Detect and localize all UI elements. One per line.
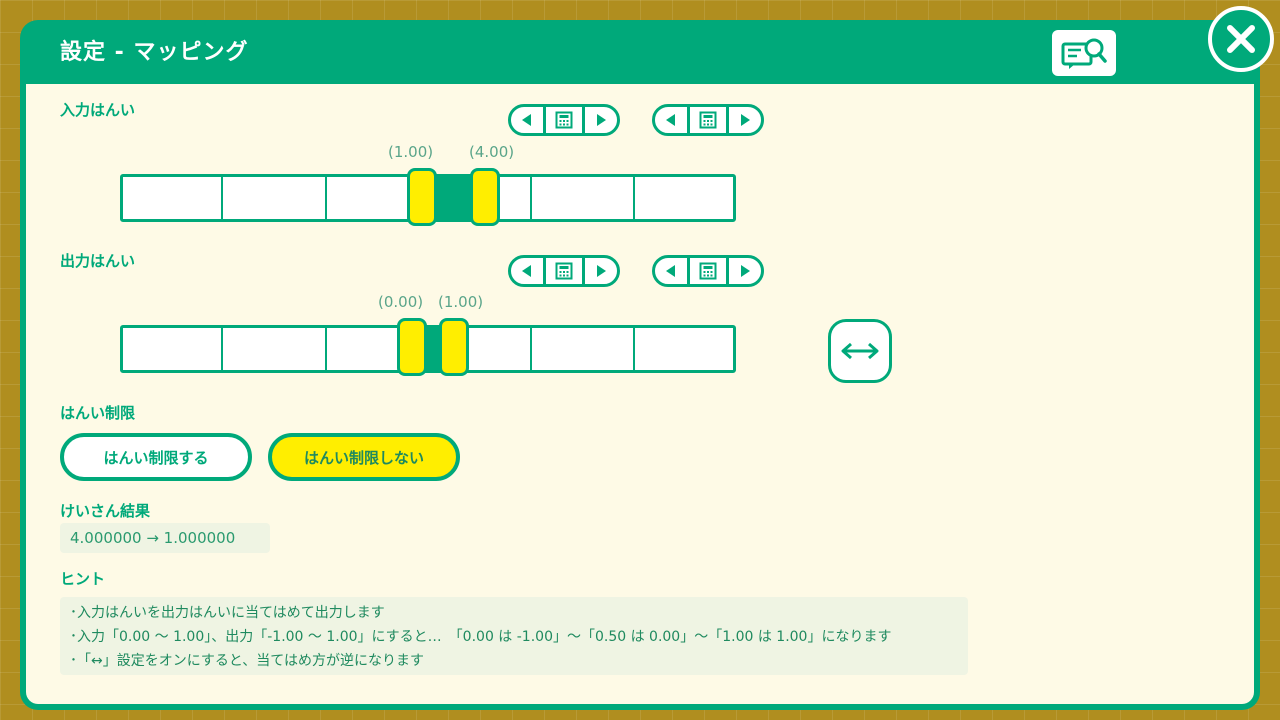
input-min-decrement-button[interactable]	[511, 107, 543, 133]
input-min-increment-button[interactable]	[585, 107, 617, 133]
result-value: 4.000000 → 1.000000	[60, 523, 270, 553]
output-min-handle[interactable]	[397, 318, 427, 376]
output-max-increment-button[interactable]	[729, 258, 761, 284]
output-min-calculator-button[interactable]	[543, 258, 585, 284]
dialog-title: 設定 - マッピング	[60, 40, 249, 65]
input-min-calculator-button[interactable]	[543, 107, 585, 133]
slider-tick	[633, 177, 635, 219]
slider-tick	[530, 328, 532, 370]
input-max-decrement-button[interactable]	[655, 107, 687, 133]
slider-tick	[221, 177, 223, 219]
input-min-value: (1.00)	[388, 143, 434, 161]
output-min-increment-button[interactable]	[585, 258, 617, 284]
hint-line: ･「↔」設定をオンにすると、当てはめ方が逆になります	[70, 653, 425, 669]
input-range-label: 入力はんい	[60, 101, 136, 119]
output-min-decrement-button[interactable]	[511, 258, 543, 284]
triangle-right-icon	[597, 265, 606, 277]
output-range-label: 出力はんい	[60, 252, 136, 270]
triangle-right-icon	[741, 265, 750, 277]
output-range-slider[interactable]	[120, 325, 736, 373]
triangle-left-icon	[522, 114, 531, 126]
calculator-icon	[555, 111, 573, 129]
output-min-value: (0.00)	[378, 293, 424, 311]
output-max-stepper	[652, 255, 764, 287]
input-max-calculator-button[interactable]	[687, 107, 729, 133]
output-max-decrement-button[interactable]	[655, 258, 687, 284]
swap-arrows-icon	[841, 342, 879, 360]
slider-tick	[221, 328, 223, 370]
output-max-handle[interactable]	[439, 318, 469, 376]
input-min-handle[interactable]	[407, 168, 437, 226]
hint-box: ･入力はんいを出力はんいに当てはめて出力します ･入力「0.00 ～ 1.00」…	[60, 597, 968, 675]
slider-tick	[325, 328, 327, 370]
calculator-icon	[555, 262, 573, 280]
output-max-calculator-button[interactable]	[687, 258, 729, 284]
slider-tick	[530, 177, 532, 219]
triangle-right-icon	[597, 114, 606, 126]
reverse-mapping-button[interactable]	[828, 319, 892, 383]
triangle-left-icon	[522, 265, 531, 277]
range-limit-label: はんい制限	[60, 404, 136, 422]
input-max-handle[interactable]	[470, 168, 500, 226]
output-max-value: (1.00)	[438, 293, 484, 311]
input-min-stepper	[508, 104, 620, 136]
triangle-left-icon	[666, 265, 675, 277]
result-label: けいさん結果	[60, 502, 151, 520]
triangle-left-icon	[666, 114, 675, 126]
input-max-increment-button[interactable]	[729, 107, 761, 133]
output-min-stepper	[508, 255, 620, 287]
input-max-value: (4.00)	[469, 143, 515, 161]
close-button[interactable]	[1208, 6, 1274, 72]
help-search-icon	[1061, 38, 1107, 69]
close-icon	[1227, 25, 1255, 53]
calculator-icon	[699, 111, 717, 129]
help-button[interactable]	[1052, 30, 1116, 76]
hint-line: ･入力はんいを出力はんいに当てはめて出力します	[70, 605, 385, 621]
calculator-icon	[699, 262, 717, 280]
slider-tick	[633, 328, 635, 370]
input-max-stepper	[652, 104, 764, 136]
range-limit-off-button[interactable]: はんい制限しない	[268, 433, 460, 481]
hint-label: ヒント	[60, 570, 106, 588]
slider-tick	[325, 177, 327, 219]
hint-line: ･入力「0.00 ～ 1.00」、出力「-1.00 ～ 1.00」にすると… 「…	[70, 629, 892, 645]
triangle-right-icon	[741, 114, 750, 126]
range-limit-on-button[interactable]: はんい制限する	[60, 433, 252, 481]
